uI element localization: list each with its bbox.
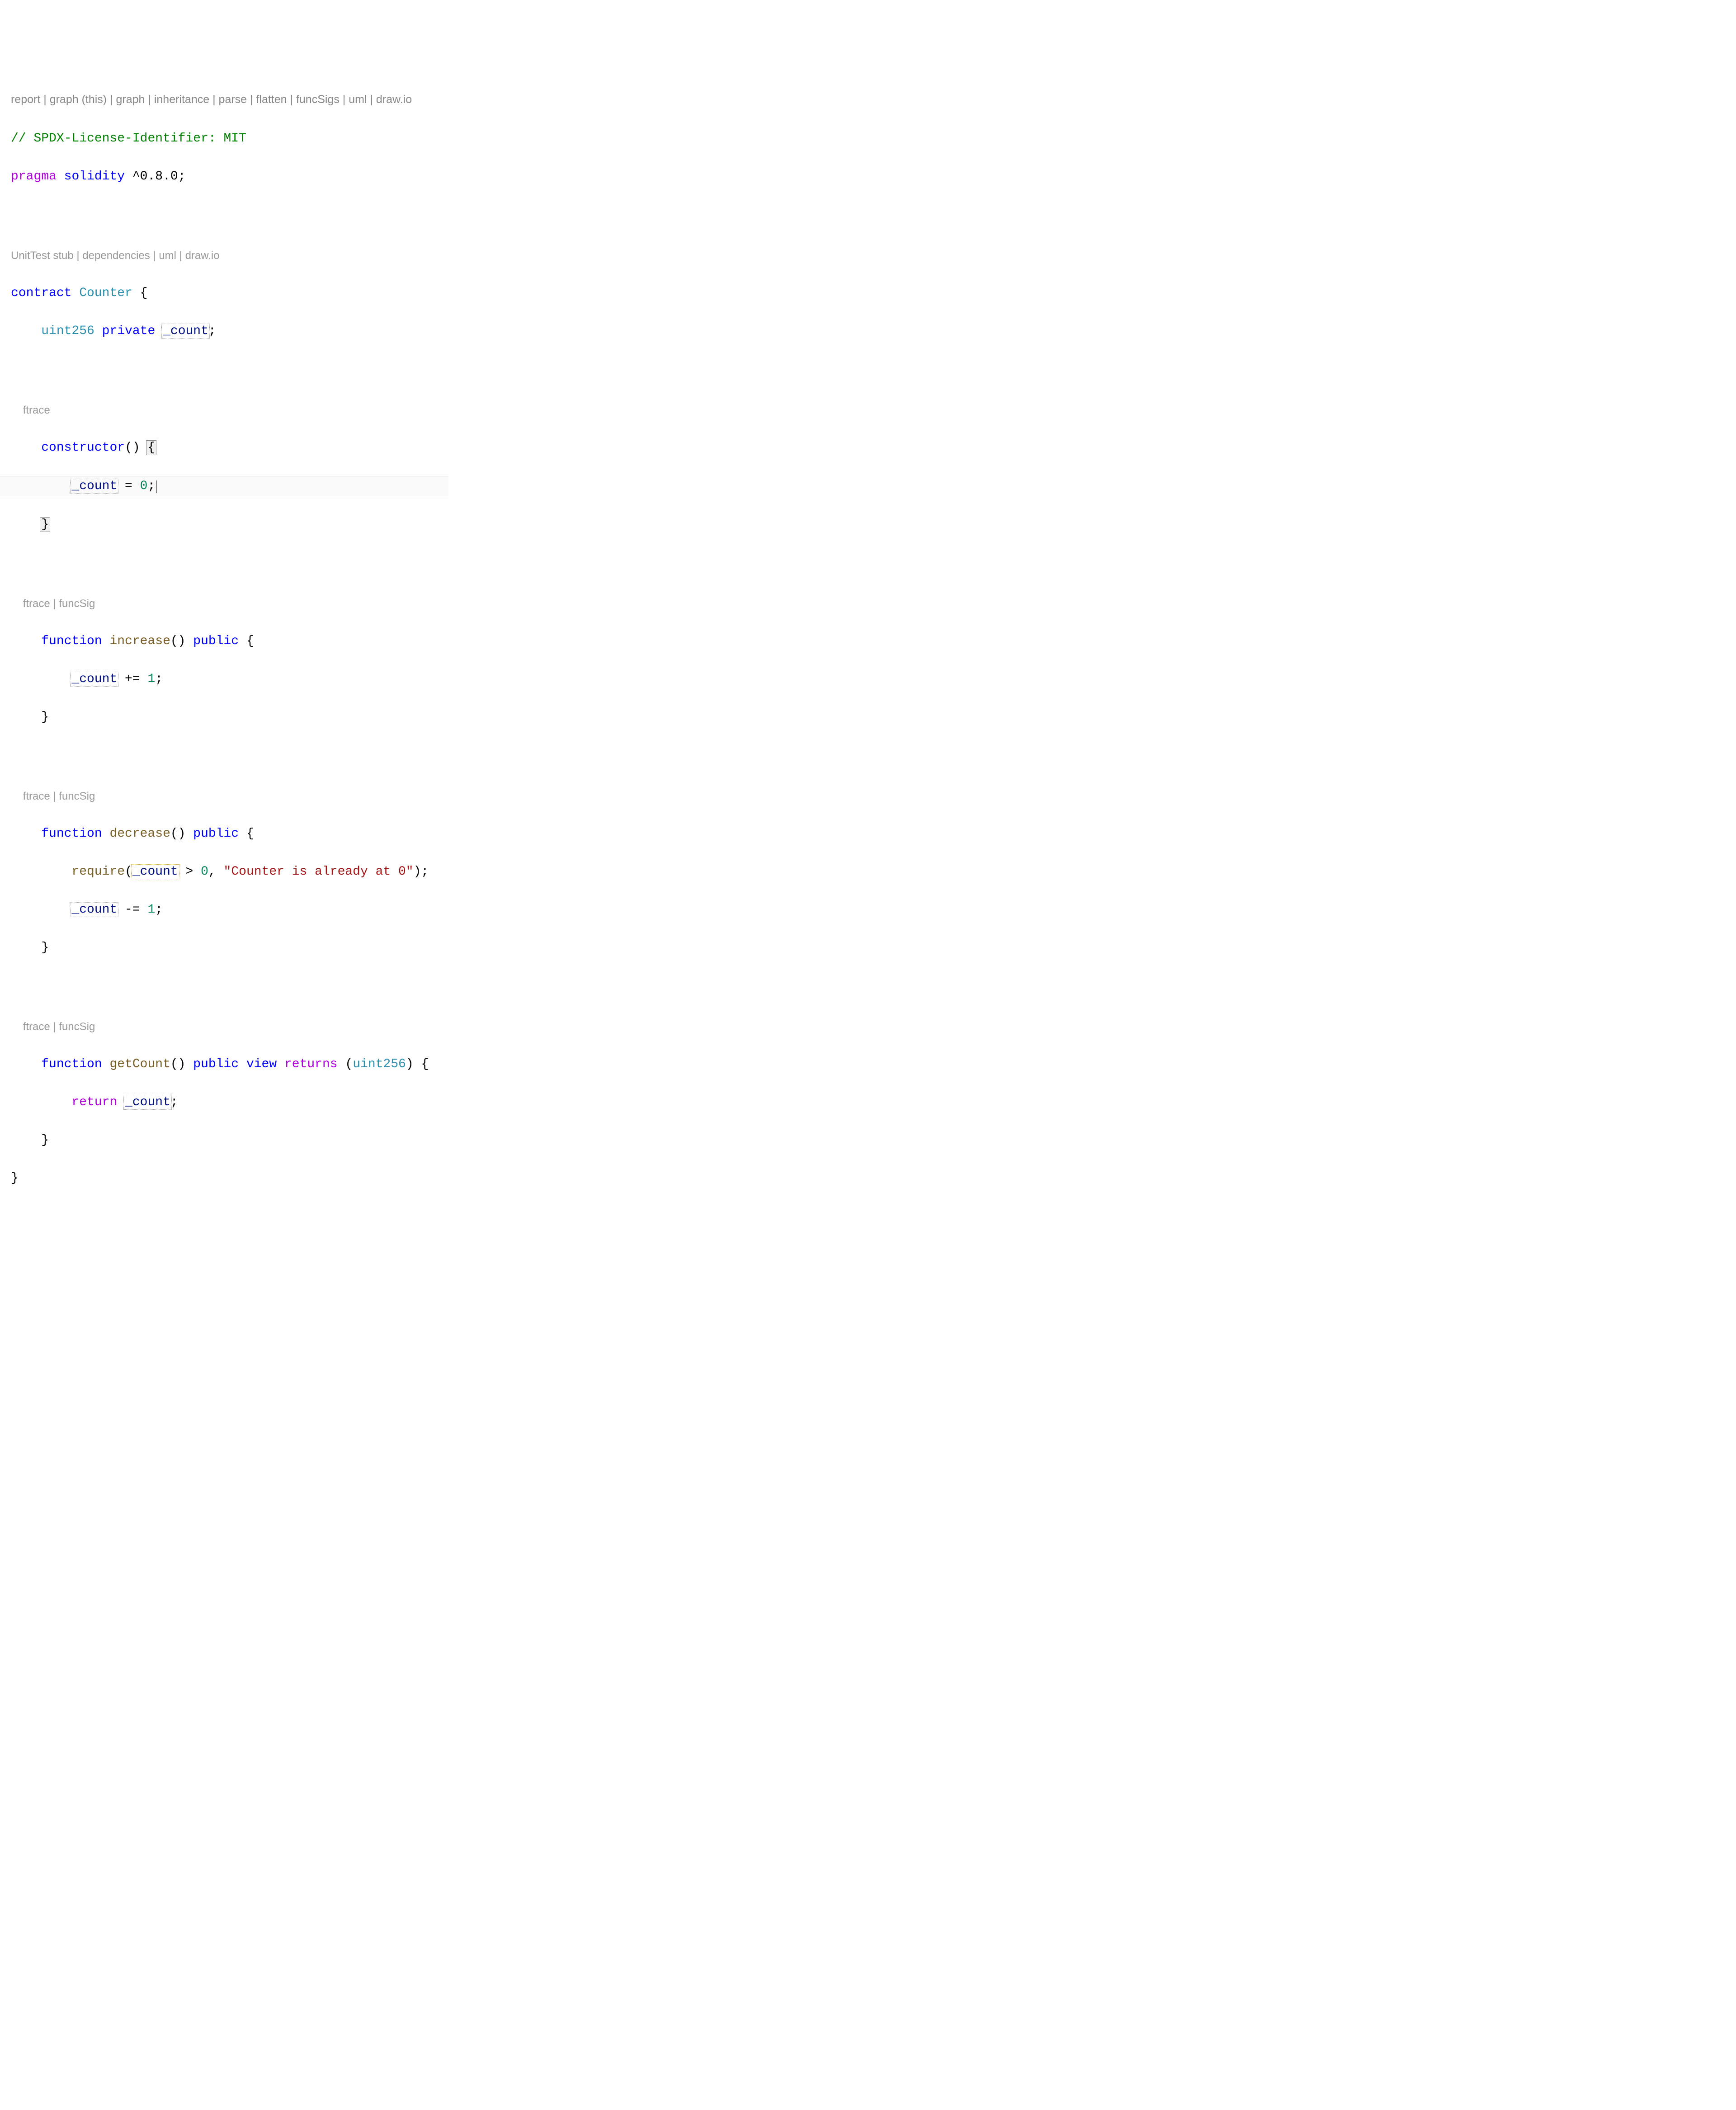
code-line: } [11,1169,448,1188]
code-line: require(_count > 0, "Counter is already … [11,862,448,881]
function-name-increase: increase [109,634,170,648]
visibility-public: public [193,827,239,841]
state-variable-ref[interactable]: _count [131,864,179,879]
state-variable-ref[interactable]: _count [70,672,118,687]
code-line: pragma solidity ^0.8.0; [11,167,448,186]
contract-name: Counter [79,286,132,300]
function-keyword: function [41,1057,102,1071]
codelens-contract[interactable]: UnitTest stub | dependencies | uml | dra… [11,246,448,265]
code-line: contract Counter { [11,284,448,303]
codelens-file-level[interactable]: report | graph (this) | graph | inherita… [11,91,448,110]
code-line: _count -= 1; [11,900,448,919]
visibility-public: public [193,634,239,648]
code-line: } [11,1131,448,1150]
code-line: _count += 1; [11,670,448,689]
require-call: require [71,865,125,879]
code-line: } [11,708,448,727]
function-name-decrease: decrease [109,827,170,841]
codelens-function[interactable]: ftrace | funcSig [11,787,448,805]
bracket-open-match: { [146,440,156,455]
state-var-type: uint256 [41,324,94,338]
return-type: uint256 [353,1057,406,1071]
function-name-getcount: getCount [109,1057,170,1071]
code-line: function getCount() public view returns … [11,1055,448,1074]
code-line: } [11,515,448,534]
code-line: uint256 private _count; [11,322,448,341]
pragma-version: ^0.8.0 [132,170,178,184]
code-line: function decrease() public { [11,824,448,843]
code-line: constructor() { [11,438,448,457]
blank-line [11,746,448,765]
visibility-public: public [193,1057,239,1071]
codelens-function[interactable]: ftrace | funcSig [11,1017,448,1036]
text-cursor [156,480,157,493]
contract-keyword: contract [11,286,71,300]
codelens-function[interactable]: ftrace | funcSig [11,594,448,613]
visibility-private: private [102,324,156,338]
pragma-keyword: pragma [11,170,57,184]
blank-line [11,205,448,224]
spdx-comment: // SPDX-License-Identifier: MIT [11,132,246,146]
string-literal: "Counter is already at 0" [224,865,414,879]
blank-line [11,360,448,379]
state-variable-ref[interactable]: _count [70,902,118,917]
state-variable[interactable]: _count [161,324,210,339]
state-variable-ref[interactable]: _count [70,479,118,494]
constructor-keyword: constructor [41,441,125,455]
code-line: } [11,938,448,957]
return-keyword: return [71,1095,117,1109]
returns-keyword: returns [284,1057,338,1071]
function-keyword: function [41,634,102,648]
bracket-close-match: } [40,517,50,532]
view-keyword: view [246,1057,277,1071]
function-keyword: function [41,827,102,841]
blank-line [11,976,448,995]
state-variable-ref[interactable]: _count [123,1095,172,1110]
active-line: _count = 0; [0,476,448,496]
code-line: // SPDX-License-Identifier: MIT [11,129,448,148]
code-editor[interactable]: report | graph (this) | graph | inherita… [0,76,448,1207]
blank-line [11,553,448,572]
code-line: function increase() public { [11,632,448,651]
pragma-solidity: solidity [64,170,125,184]
code-line: return _count; [11,1093,448,1112]
codelens-constructor[interactable]: ftrace [11,400,448,419]
